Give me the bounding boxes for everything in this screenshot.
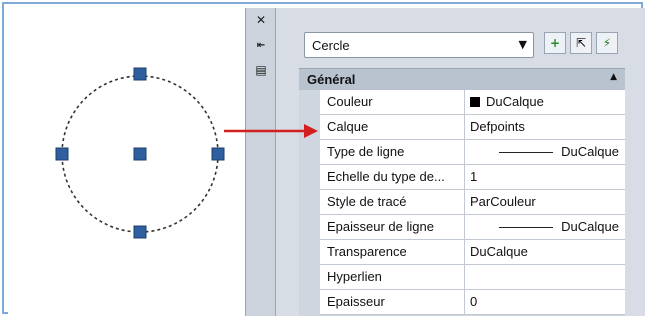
property-row[interactable]: Epaisseur de ligne DuCalque xyxy=(320,215,625,240)
select-objects-button[interactable]: ⇱ xyxy=(570,32,592,54)
grip-left[interactable] xyxy=(55,147,69,161)
property-row[interactable]: Calque Defpoints xyxy=(320,115,625,140)
property-value[interactable]: DuCalque xyxy=(466,240,625,264)
collapse-up-icon[interactable]: ▲ xyxy=(610,72,617,82)
grip-bottom[interactable] xyxy=(133,225,147,239)
color-swatch xyxy=(470,97,480,107)
property-value[interactable]: DuCalque xyxy=(466,215,625,239)
property-label: Type de ligne xyxy=(320,140,465,164)
screenshot-frame: ✕ ⇤ ▤ Cercle ▼ + ⇱ ⚡ Général ▲ Couleur Du… xyxy=(2,2,645,316)
property-label: Epaisseur de ligne xyxy=(320,215,465,239)
property-value[interactable]: 0 xyxy=(466,290,625,314)
selector-value: Cercle xyxy=(312,38,350,53)
property-label: Hyperlien xyxy=(320,265,465,289)
toggle-pickadd-button[interactable]: + xyxy=(544,32,566,54)
property-value-text: DuCalque xyxy=(486,94,544,109)
property-label: Echelle du type de... xyxy=(320,165,465,189)
grip-right[interactable] xyxy=(211,147,225,161)
property-value[interactable]: DuCalque xyxy=(466,140,625,164)
property-grid: Couleur DuCalque Calque Defpoints Type de li… xyxy=(299,90,625,316)
property-value[interactable]: DuCalque xyxy=(466,90,625,114)
property-row[interactable]: Transparence DuCalque xyxy=(320,240,625,265)
property-label: Calque xyxy=(320,115,465,139)
quick-select-button[interactable]: ⚡ xyxy=(596,32,618,54)
section-title: Général xyxy=(307,72,356,87)
plus-icon: + xyxy=(549,36,561,50)
property-value[interactable]: 1 xyxy=(466,165,625,189)
line-sample xyxy=(499,226,554,228)
properties-palette: Cercle ▼ + ⇱ ⚡ Général ▲ Couleur DuCalque… xyxy=(276,8,645,316)
property-value-text: DuCalque xyxy=(561,219,619,234)
palette-title-bar: ✕ ⇤ ▤ xyxy=(245,8,276,316)
autohide-icon[interactable]: ⇤ xyxy=(254,40,268,52)
properties-icon[interactable]: ▤ xyxy=(254,64,268,76)
property-value-text: DuCalque xyxy=(561,144,619,159)
property-row[interactable]: Echelle du type de... 1 xyxy=(320,165,625,190)
property-row[interactable]: Epaisseur 0 xyxy=(320,290,625,315)
object-type-selector[interactable]: Cercle ▼ xyxy=(304,32,534,58)
property-value[interactable]: ParCouleur xyxy=(466,190,625,214)
property-row[interactable]: Hyperlien xyxy=(320,265,625,290)
property-label: Epaisseur xyxy=(320,290,465,314)
property-label: Style de tracé xyxy=(320,190,465,214)
line-sample xyxy=(499,151,554,153)
drawing-canvas[interactable] xyxy=(8,8,245,314)
select-objects-icon: ⇱ xyxy=(575,36,587,50)
property-value[interactable] xyxy=(466,265,625,289)
property-row[interactable]: Style de tracé ParCouleur xyxy=(320,190,625,215)
property-label: Couleur xyxy=(320,90,465,114)
property-row[interactable]: Couleur DuCalque xyxy=(320,90,625,115)
grip-center[interactable] xyxy=(133,147,147,161)
grip-top[interactable] xyxy=(133,67,147,81)
property-value[interactable]: Defpoints xyxy=(466,115,625,139)
property-label: Transparence xyxy=(320,240,465,264)
quick-select-icon: ⚡ xyxy=(602,36,612,50)
close-icon[interactable]: ✕ xyxy=(254,14,268,26)
dropdown-arrow-icon[interactable]: ▼ xyxy=(519,38,527,51)
property-row[interactable]: Type de ligne DuCalque xyxy=(320,140,625,165)
section-general[interactable]: Général ▲ xyxy=(299,68,625,90)
